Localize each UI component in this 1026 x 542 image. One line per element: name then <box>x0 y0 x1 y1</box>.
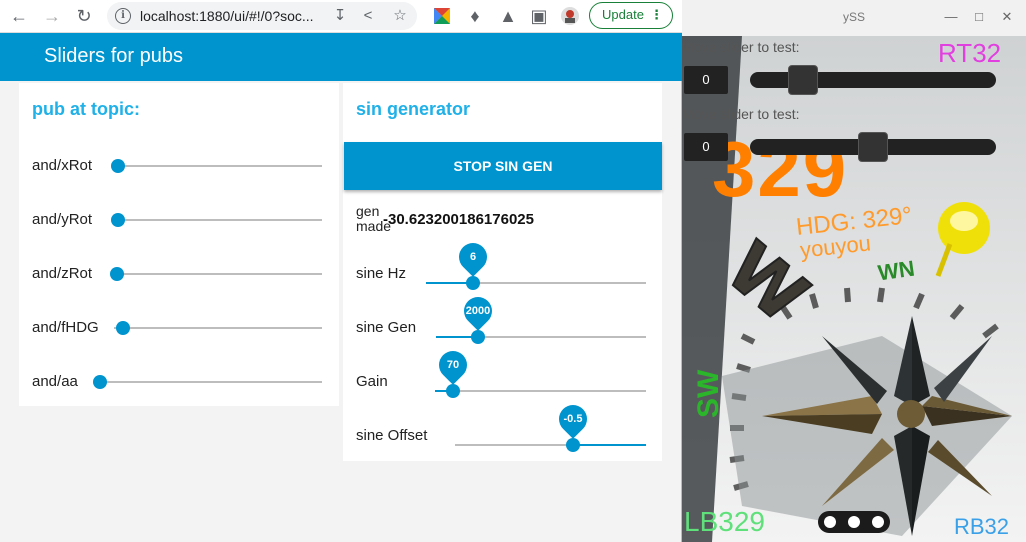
slider-thumb-sine-gen[interactable] <box>471 330 485 344</box>
slider-track-xrot[interactable] <box>114 165 322 167</box>
profile-avatar-icon[interactable] <box>558 4 582 28</box>
pager <box>818 511 890 533</box>
pager-dot-1[interactable] <box>824 516 836 528</box>
slider-thumb-xrot[interactable] <box>111 159 125 173</box>
slider2-label: Move slider to test: <box>682 106 800 122</box>
slider-track-yrot[interactable] <box>114 219 322 221</box>
pub-topic-panel: pub at topic: and/xRot and/yRot and/zRot… <box>19 83 339 406</box>
compass-3d-scene[interactable]: W 329 HDG: 329° youyou WN SW RT32 LB329 … <box>682 36 1026 542</box>
slider-thumb-zrot[interactable] <box>110 267 124 281</box>
slider-label-sine-gen: sine Gen <box>356 319 417 336</box>
slider-thumb-aa[interactable] <box>93 375 107 389</box>
url-text[interactable]: localhost:1880/ui/#!/0?soc... <box>140 8 330 24</box>
slider-track-fhdg[interactable] <box>114 327 322 329</box>
value-pin-text-sine-offset: -0.5 <box>563 413 583 425</box>
pager-dot-2[interactable] <box>848 516 860 528</box>
browser-window: ← → ↻ i localhost:1880/ui/#!/0?soc... ↧ … <box>0 0 682 542</box>
slider-track-aa[interactable] <box>97 381 322 383</box>
bookmark-star-icon[interactable]: ☆ <box>391 7 409 25</box>
pager-dot-3[interactable] <box>872 516 884 528</box>
big-heading-text: 329 <box>712 125 849 213</box>
sin-generator-panel: sin generator STOP SIN GEN gen made -30.… <box>343 83 662 461</box>
page-title: Sliders for pubs <box>44 45 183 67</box>
slider-label-sine-offset: sine Offset <box>356 427 428 444</box>
slider2-value: 0 <box>684 133 728 161</box>
gen-made-value: -30.623200186176025 <box>383 211 534 228</box>
slider-label-fhdg: and/fHDG <box>32 319 99 336</box>
slider-label-sine-hz: sine Hz <box>356 265 407 282</box>
slider1-track[interactable] <box>750 72 996 88</box>
reload-icon[interactable]: ↻ <box>72 4 96 28</box>
stop-sin-gen-button[interactable]: STOP SIN GEN <box>344 142 662 190</box>
slider-thumb-sine-offset[interactable] <box>566 438 580 452</box>
app-header: Sliders for pubs <box>0 33 682 81</box>
install-icon[interactable]: ↧ <box>331 7 349 25</box>
slider1-value: 0 <box>684 66 728 94</box>
back-arrow-icon[interactable]: ← <box>7 4 31 28</box>
slider-label-aa: and/aa <box>32 373 78 390</box>
slider1-label: Move slider to test: <box>682 39 800 55</box>
slider-label-yrot: and/yRot <box>32 211 93 228</box>
info-icon[interactable]: i <box>115 8 131 24</box>
wn-text: WN <box>876 255 917 286</box>
slider-thumb-sine-hz[interactable] <box>466 276 480 290</box>
share-icon[interactable]: < <box>359 7 377 25</box>
value-pin-text-gain: 70 <box>446 359 460 371</box>
side-panel-icon[interactable]: ▣ <box>527 4 551 28</box>
yss-titlebar: ySS — □ ✕ <box>682 0 1026 36</box>
yss-window: ySS — □ ✕ W 329 HDG: 329° youyou WN SW R… <box>682 0 1026 542</box>
slider-label-xrot: and/xRot <box>32 157 93 174</box>
slider-track-zrot[interactable] <box>114 273 322 275</box>
lb-corner-text: LB329 <box>684 506 765 537</box>
more-vert-icon[interactable]: ⋮ <box>650 3 663 27</box>
labs-flask-icon[interactable]: ▲ <box>496 4 520 28</box>
slider-fill-sine-offset <box>573 444 646 446</box>
maximize-icon[interactable]: □ <box>970 8 988 26</box>
slider1-thumb[interactable] <box>788 65 818 95</box>
browser-toolbar: ← → ↻ i localhost:1880/ui/#!/0?soc... ↧ … <box>0 0 682 33</box>
slider2-thumb[interactable] <box>858 132 888 162</box>
update-label: Update <box>602 7 644 22</box>
address-bar[interactable]: i localhost:1880/ui/#!/0?soc... ↧ < ☆ <box>107 2 417 30</box>
close-icon[interactable]: ✕ <box>998 8 1016 26</box>
slider-thumb-yrot[interactable] <box>111 213 125 227</box>
rt-corner-text: RT32 <box>938 38 1002 68</box>
rb-corner-text: RB32 <box>954 514 1010 539</box>
slider-thumb-fhdg[interactable] <box>116 321 130 335</box>
value-pin-text-sine-gen: 2000 <box>465 305 491 317</box>
extension-colorful-icon[interactable] <box>430 4 454 28</box>
pub-topic-title: pub at topic: <box>32 99 140 119</box>
sw-text: SW <box>692 369 725 418</box>
extensions-puzzle-icon[interactable]: ♦ <box>463 4 487 28</box>
slider-label-zrot: and/zRot <box>32 265 93 282</box>
forward-arrow-icon[interactable]: → <box>40 4 64 28</box>
value-pin-text-sine-hz: 6 <box>469 251 477 263</box>
slider-thumb-gain[interactable] <box>446 384 460 398</box>
slider-track-gain[interactable] <box>435 390 646 392</box>
sin-generator-title: sin generator <box>356 99 471 119</box>
minimize-icon[interactable]: — <box>942 8 960 26</box>
update-button[interactable]: Update ⋮ <box>589 2 673 29</box>
slider-label-gain: Gain <box>356 373 388 390</box>
